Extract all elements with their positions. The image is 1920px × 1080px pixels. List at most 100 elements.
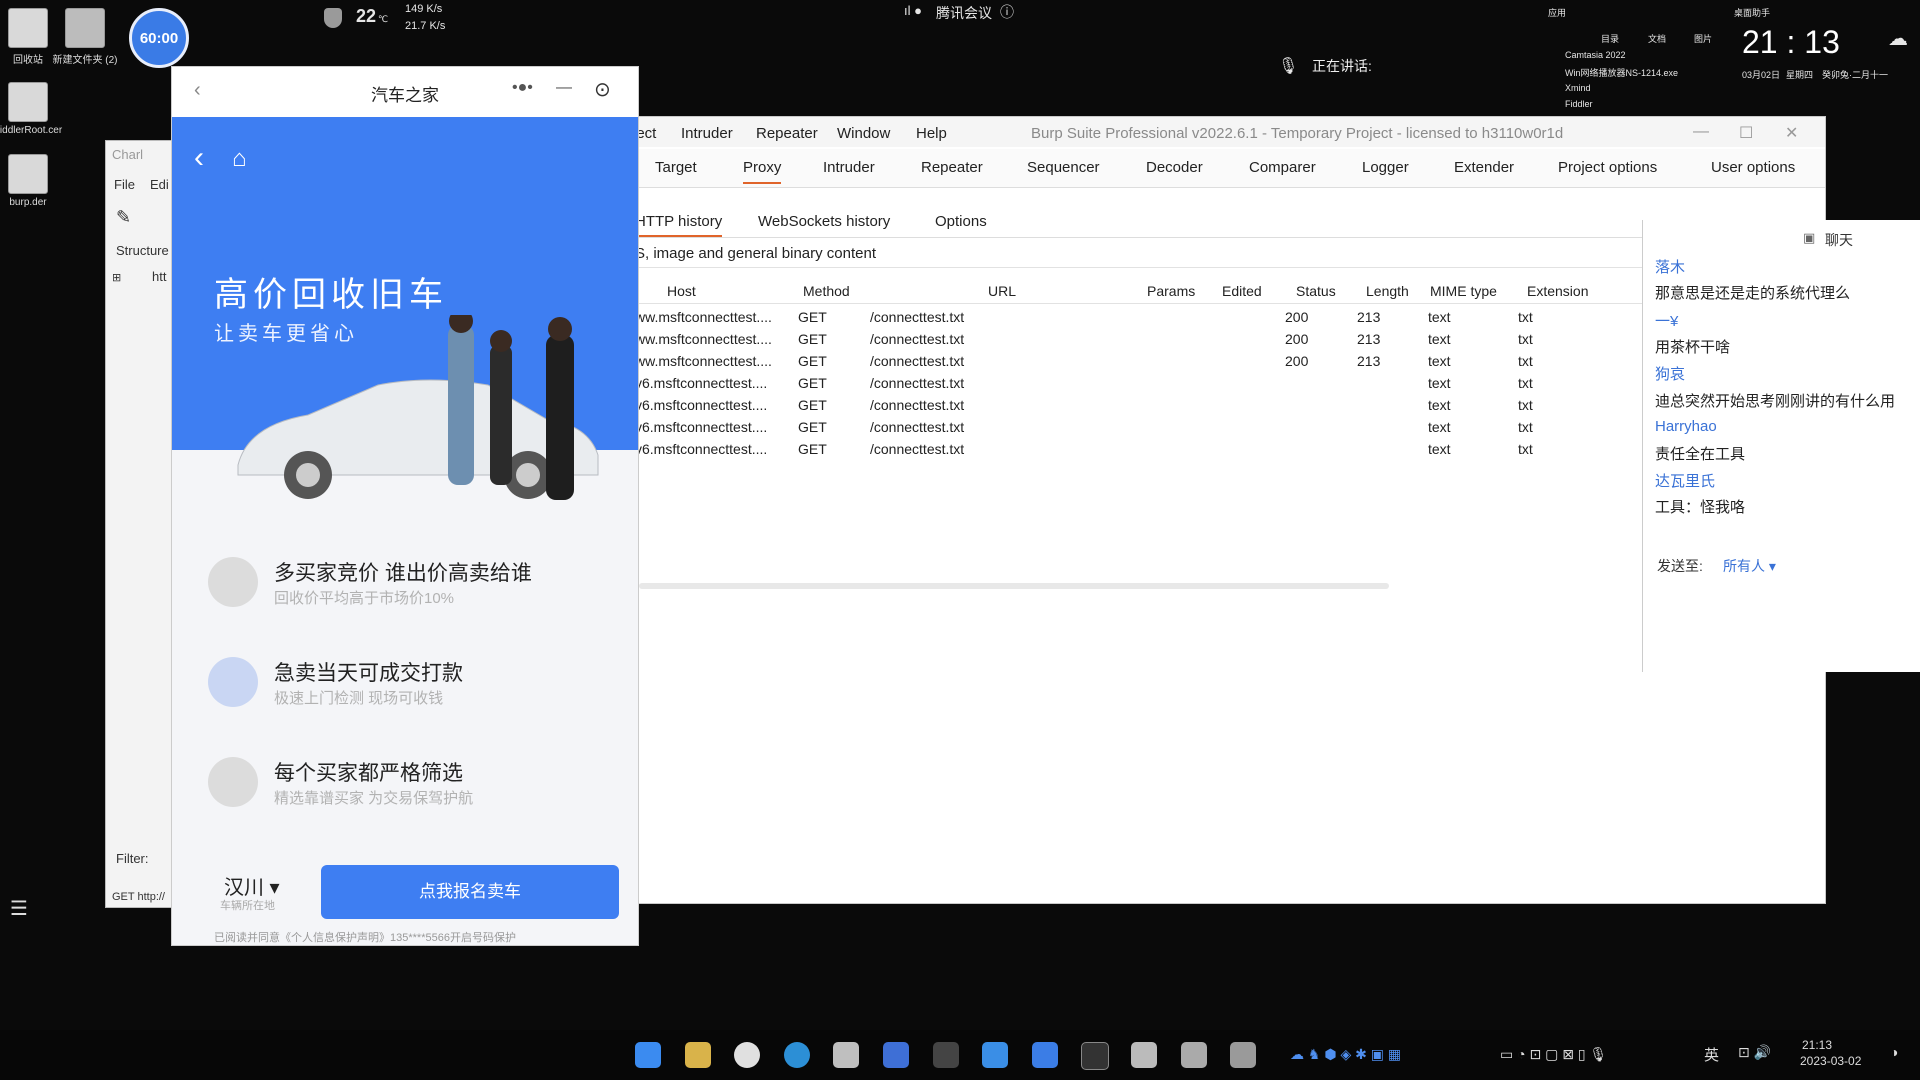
more-icon[interactable]: •●• (512, 79, 533, 97)
tab-repeater[interactable]: Repeater (921, 159, 983, 176)
col-extension[interactable]: Extension (1527, 283, 1588, 299)
taskbar-time[interactable]: 21:13 (1802, 1038, 1832, 1052)
desktop-icon-new-folder[interactable]: 新建文件夹 (2) (50, 8, 120, 66)
tab-logger[interactable]: Logger (1362, 159, 1409, 176)
col-params[interactable]: Params (1147, 283, 1195, 299)
horizontal-scrollbar[interactable] (639, 583, 1389, 589)
app-icon[interactable] (1181, 1042, 1207, 1068)
tencent-meeting-icon[interactable] (1032, 1042, 1058, 1068)
file-explorer-icon[interactable] (685, 1042, 711, 1068)
widget-tab-docs[interactable]: 文档 (1648, 32, 1666, 45)
widget-tab-desktop-helper[interactable]: 桌面助手 (1734, 6, 1770, 19)
table-row[interactable]: v6.msftconnecttest.... GET /connecttest.… (629, 438, 1629, 460)
widget-tab-images[interactable]: 图片 (1694, 32, 1712, 45)
table-row[interactable]: v6.msftconnecttest.... GET /connecttest.… (629, 372, 1629, 394)
feature-title: 每个买家都严格筛选 (274, 762, 463, 785)
burp-menu-repeater[interactable]: Repeater (756, 125, 818, 142)
close-icon[interactable]: ✕ (1785, 123, 1798, 143)
recent-app-item[interactable]: Win网络播放器NS-1214.exe (1565, 66, 1678, 79)
broom-icon[interactable]: ✎ (116, 207, 131, 228)
table-row[interactable]: ww.msftconnecttest.... GET /connecttest.… (629, 306, 1629, 328)
charles-tree-item[interactable]: htt (152, 269, 166, 284)
tab-comparer[interactable]: Comparer (1249, 159, 1316, 176)
col-host[interactable]: Host (667, 283, 696, 299)
privacy-notice[interactable]: 已阅读并同意《个人信息保护声明》135****5566开启号码保护 (214, 929, 516, 945)
app-icon[interactable] (1230, 1042, 1256, 1068)
info-icon[interactable]: ⓘ (1000, 2, 1014, 22)
home-icon[interactable]: ⌂ (232, 145, 247, 173)
tab-user-options[interactable]: User options (1711, 159, 1795, 176)
col-length[interactable]: Length (1366, 283, 1409, 299)
charles-menu-file[interactable]: File (114, 177, 135, 192)
burp-main-tabs: Target Proxy Intruder Repeater Sequencer… (629, 149, 1825, 188)
yuan-icon (208, 557, 258, 607)
java-icon[interactable] (1131, 1042, 1157, 1068)
cell-ext: txt (1518, 397, 1533, 413)
taskbar-date[interactable]: 2023-03-02 (1800, 1054, 1861, 1068)
recent-app-item[interactable]: Fiddler (1565, 99, 1593, 109)
recent-app-item[interactable]: Camtasia 2022 (1565, 50, 1626, 60)
tab-decoder[interactable]: Decoder (1146, 159, 1203, 176)
tab-sequencer[interactable]: Sequencer (1027, 159, 1100, 176)
minimize-icon[interactable]: — (1693, 123, 1709, 141)
nav-back-icon[interactable]: ‹ (194, 141, 204, 175)
tree-expand-icon[interactable]: ⊞ (112, 271, 121, 284)
widget-tab-dir[interactable]: 目录 (1601, 32, 1619, 45)
col-status[interactable]: Status (1296, 283, 1336, 299)
network-volume-icons[interactable]: ⊡ 🔊 (1738, 1044, 1771, 1061)
tray-system-icons[interactable]: ▭ ◔ ⊡ ▢ ⊠ ▯ 🎙 (1500, 1046, 1607, 1063)
city-selector[interactable]: 汉川 ▾ (224, 871, 280, 900)
app-icon[interactable] (883, 1042, 909, 1068)
tab-extender[interactable]: Extender (1454, 159, 1514, 176)
charles-status: GET http:// (112, 891, 165, 903)
table-row[interactable]: ww.msftconnecttest.... GET /connecttest.… (629, 328, 1629, 350)
app-icon[interactable] (933, 1042, 959, 1068)
col-edited[interactable]: Edited (1222, 283, 1262, 299)
desktop-clock-lunar: 癸卯兔·二月十一 (1822, 70, 1888, 80)
subtab-http-history[interactable]: HTTP history (635, 213, 723, 237)
edge-icon[interactable] (784, 1042, 810, 1068)
col-method[interactable]: Method (803, 283, 850, 299)
charles-menu-edit[interactable]: Edi (150, 177, 169, 192)
ime-indicator[interactable]: 英 (1704, 1044, 1719, 1065)
shield-icon (324, 8, 342, 28)
widget-tab-apps[interactable]: 应用 (1548, 6, 1566, 19)
start-icon[interactable] (635, 1042, 661, 1068)
maximize-icon[interactable]: ☐ (1739, 123, 1753, 143)
burp-menu-help[interactable]: Help (916, 125, 947, 142)
app-icon[interactable] (982, 1042, 1008, 1068)
tab-intruder[interactable]: Intruder (823, 159, 875, 176)
tray-icons[interactable]: ☁ ♞ ⬢ ◈ ✱ ▣ ▦ (1290, 1046, 1401, 1063)
subtab-websockets-history[interactable]: WebSockets history (758, 213, 890, 230)
feature-subtitle: 精选靠谱买家 为交易保驾护航 (274, 790, 474, 807)
terminal-icon[interactable] (1081, 1042, 1109, 1070)
table-row[interactable]: v6.msftconnecttest.... GET /connecttest.… (629, 394, 1629, 416)
charles-structure-tab[interactable]: Structure (116, 243, 169, 258)
cloud-icon[interactable]: ☁ (1888, 26, 1908, 51)
chat-sender: Harryhao (1655, 418, 1717, 435)
meeting-timer[interactable]: 60:00 (129, 8, 189, 68)
burp-menu-window[interactable]: Window (837, 125, 890, 142)
col-mime-type[interactable]: MIME type (1430, 283, 1497, 299)
send-to-dropdown[interactable]: 所有人 ▾ (1723, 556, 1776, 576)
chrome-icon[interactable] (734, 1042, 760, 1068)
cell-status: 200 (1285, 309, 1309, 325)
menu-icon[interactable]: ☰ (10, 896, 28, 921)
wechat-icon[interactable] (833, 1042, 859, 1068)
minimize-icon[interactable]: — (556, 79, 572, 97)
table-row[interactable]: v6.msftconnecttest.... GET /connecttest.… (629, 416, 1629, 438)
table-row[interactable]: ww.msftconnecttest.... GET /connecttest.… (629, 350, 1629, 372)
notification-icon[interactable]: ◑ (1890, 1044, 1898, 1060)
cell-url: /connecttest.txt (870, 441, 965, 457)
desktop-icon-burp-der[interactable]: burp.der (0, 154, 63, 208)
desktop-icon-fiddler-cert[interactable]: FiddlerRoot.cer (0, 82, 63, 136)
tab-target[interactable]: Target (655, 159, 697, 176)
recent-app-item[interactable]: Xmind (1565, 83, 1591, 93)
burp-menu-intruder[interactable]: Intruder (681, 125, 733, 142)
col-url[interactable]: URL (988, 283, 1016, 299)
close-target-icon[interactable]: ⊙ (594, 77, 611, 102)
tab-proxy[interactable]: Proxy (743, 159, 782, 184)
subtab-options[interactable]: Options (935, 213, 987, 230)
tab-project-options[interactable]: Project options (1558, 159, 1657, 176)
sign-up-sell-car-button[interactable]: 点我报名卖车 (321, 865, 619, 919)
